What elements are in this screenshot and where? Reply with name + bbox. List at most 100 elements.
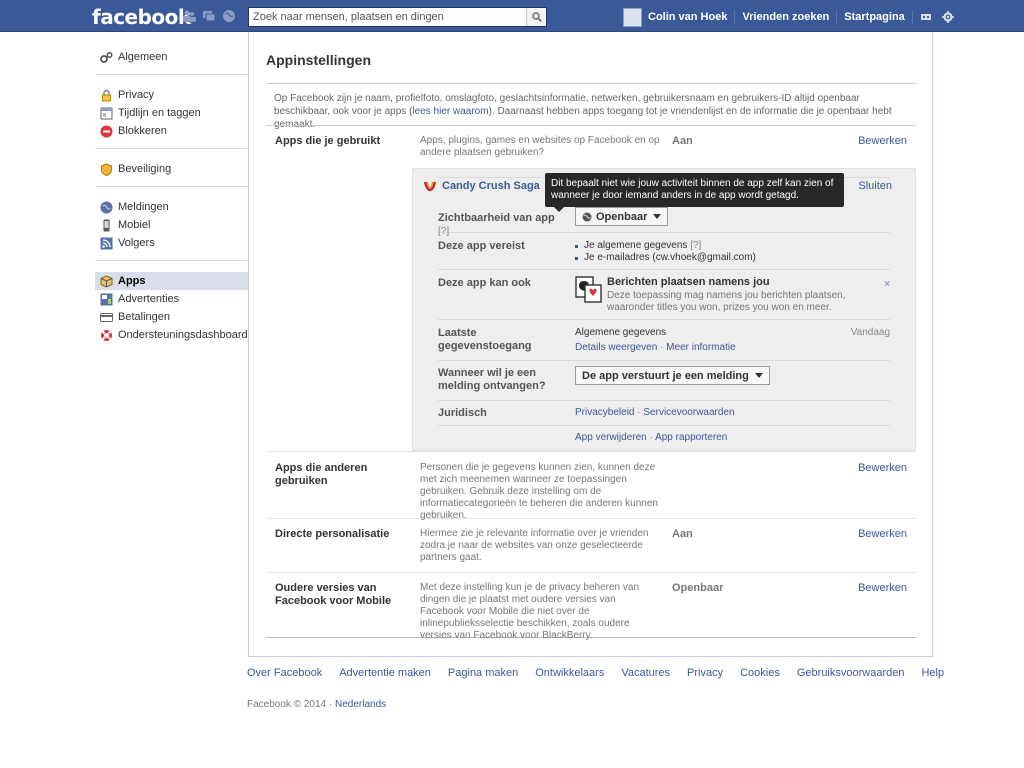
avatar[interactable] (623, 7, 642, 27)
row-label: Apps die anderen gebruiken (275, 462, 368, 487)
sidebar-item-notifications[interactable]: Meldingen (95, 198, 248, 216)
gears-icon (100, 51, 113, 63)
sidebar-item-payments[interactable]: Betalingen (95, 308, 248, 326)
notification-dropdown[interactable]: De app verstuurt je een melding (575, 366, 770, 385)
close-button[interactable]: Sluiten (858, 180, 892, 192)
timeline-icon (100, 107, 113, 119)
copyright-text: Facebook © 2014 · (247, 699, 333, 710)
footer-link-privacy[interactable]: Privacy (687, 667, 723, 679)
settings-row-apps-others-use: Apps die anderen gebruiken Personen die … (266, 451, 916, 521)
sidebar-item-label: Meldingen (118, 201, 169, 213)
sidebar-item-label: Betalingen (118, 311, 170, 323)
footer-links: Over Facebook Advertentie maken Pagina m… (247, 667, 944, 679)
edit-button[interactable]: Bewerken (858, 462, 907, 474)
report-app-link[interactable]: App rapporteren (655, 432, 727, 443)
chevron-down-icon (653, 214, 662, 219)
footer-link-create-ad[interactable]: Advertentie maken (339, 667, 431, 679)
facebook-logo[interactable]: facebook (92, 5, 191, 29)
footer-link-create-page[interactable]: Pagina maken (448, 667, 518, 679)
language-link[interactable]: Nederlands (335, 699, 386, 710)
divider (266, 83, 916, 84)
permission-text: Berichten plaatsen namens jou Deze toepa… (607, 276, 892, 314)
app-requires-row: Deze app vereist Je algemene gegevens [?… (438, 233, 890, 270)
app-detail-panel: Candy Crush Saga Sluiten Zichtbaarheid v… (412, 168, 916, 451)
friends-icon[interactable] (182, 9, 196, 23)
footer-link-developers[interactable]: Ontwikkelaars (535, 667, 604, 679)
divider (911, 10, 913, 24)
search-button[interactable] (526, 8, 546, 26)
permission-title: Berichten plaatsen namens jou (607, 276, 770, 288)
legal-links: Privacybeleid · Servicevoorwaarden (575, 407, 735, 419)
footer-link-help[interactable]: Help (921, 667, 944, 679)
lifebuoy-icon (101, 329, 112, 341)
app-actions-row: App verwijderen · App rapporteren (438, 426, 890, 451)
sidebar-item-mobile[interactable]: Mobiel (95, 216, 248, 234)
privacy-policy-link[interactable]: Privacybeleid (575, 407, 634, 418)
settings-sidebar: Algemeen Privacy Tijdlijn en taggen Blok… (95, 45, 248, 360)
remove-app-link[interactable]: App verwijderen (575, 432, 647, 443)
terms-link[interactable]: Servicevoorwaarden (643, 407, 734, 418)
bullet (575, 256, 578, 260)
last-access-value: Algemene gegevens (575, 327, 667, 338)
bullet (575, 244, 578, 248)
requires-list: Je algemene gegevens [?] Je e-mailadres … (575, 240, 756, 264)
search-icon (531, 12, 542, 22)
globe-icon (582, 212, 592, 221)
apps-cube-icon (100, 274, 113, 288)
remove-permission-button[interactable]: × (884, 279, 890, 290)
settings-panel: Appinstellingen Op Facebook zijn je naam… (248, 32, 933, 657)
page-title: Appinstellingen (266, 52, 371, 68)
home-link[interactable]: Startpagina (844, 11, 905, 23)
tooltip-text: Dit bepaalt niet wie jouw activiteit bin… (551, 178, 834, 201)
app-notification-row: Wanneer wil je een melding ontvangen? De… (438, 361, 890, 401)
sidebar-item-support[interactable]: Ondersteuningsdashboard (95, 326, 248, 344)
profile-link[interactable]: Colin van Hoek (648, 11, 727, 23)
sidebar-item-privacy[interactable]: Privacy (95, 86, 248, 104)
read-why-link[interactable]: lees hier waarom (412, 106, 488, 117)
messages-icon[interactable] (202, 9, 216, 23)
row-description: Apps, plugins, games en websites op Face… (420, 135, 660, 158)
details-link[interactable]: Details weergeven (575, 342, 657, 353)
status-value: Aan (672, 528, 693, 540)
app-title[interactable]: Candy Crush Saga (423, 180, 540, 192)
footer-link-terms[interactable]: Gebruiksvoorwaarden (797, 667, 905, 679)
status-value: Aan (672, 135, 693, 147)
nav-group-apps: Apps Advertenties Betalingen Ondersteuni… (95, 269, 248, 352)
footer-link-about[interactable]: Over Facebook (247, 667, 322, 679)
sidebar-item-label: Algemeen (118, 51, 168, 63)
edit-button[interactable]: Bewerken (858, 582, 907, 594)
sidebar-item-apps[interactable]: Apps (95, 272, 248, 290)
more-info-link[interactable]: Meer informatie (666, 342, 735, 353)
sidebar-item-followers[interactable]: Volgers (95, 234, 248, 252)
sidebar-item-security[interactable]: Beveiliging (95, 160, 248, 178)
help-link[interactable]: [?] (690, 240, 701, 252)
privacy-shortcuts-icon[interactable] (920, 11, 932, 23)
nav-group-general: Algemeen (95, 45, 248, 75)
edit-button[interactable]: Bewerken (858, 135, 907, 147)
search-input[interactable] (249, 8, 525, 26)
gear-icon[interactable] (941, 11, 954, 23)
edit-button[interactable]: Bewerken (858, 528, 907, 540)
nav-group-notifications: Meldingen Mobiel Volgers (95, 195, 248, 261)
top-right-nav: Colin van Hoek Vrienden zoeken Startpagi… (623, 7, 954, 27)
footer-link-careers[interactable]: Vacatures (621, 667, 670, 679)
row-description: Met deze instelling kun je de privacy be… (420, 582, 640, 641)
permission-description: Deze toepassing mag namens jou berichten… (607, 290, 846, 313)
app-name: Candy Crush Saga (442, 180, 540, 192)
sidebar-item-label: Blokkeren (118, 125, 167, 137)
footer-link-cookies[interactable]: Cookies (740, 667, 780, 679)
sidebar-item-blocking[interactable]: Blokkeren (95, 122, 248, 140)
row-description: Hiermee zie je relevante informatie over… (420, 528, 649, 563)
find-friends-link[interactable]: Vrienden zoeken (742, 11, 829, 23)
shield-icon (101, 162, 112, 176)
sidebar-item-ads[interactable]: Advertenties (95, 290, 248, 308)
credit-card-icon (100, 312, 113, 322)
separator-dot: · (637, 407, 641, 418)
globe-icon[interactable] (222, 9, 236, 23)
audience-dropdown[interactable]: Openbaar (575, 207, 669, 226)
sidebar-item-timeline[interactable]: Tijdlijn en taggen (95, 104, 248, 122)
list-item: Je e-mailadres (cw.vhoek@gmail.com) (575, 252, 756, 264)
sidebar-item-general[interactable]: Algemeen (95, 48, 248, 66)
jewel-icons (182, 9, 236, 23)
app-visibility-row: Zichtbaarheid van app [?] Openbaar (438, 205, 890, 237)
